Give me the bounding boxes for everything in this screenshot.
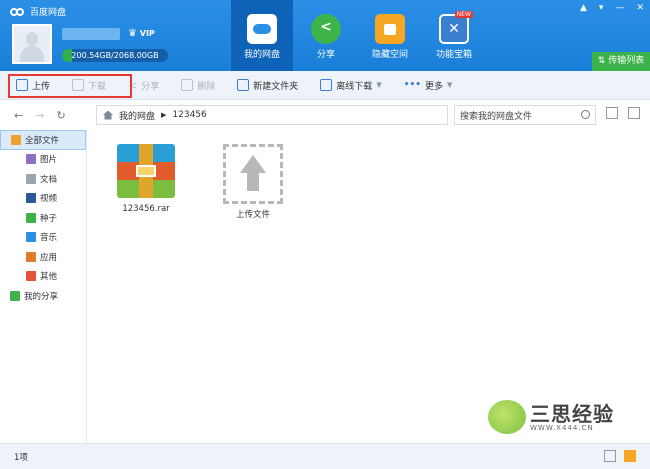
storage-quota-bar: 200.54GB/2068.00GB	[62, 49, 168, 62]
sidebar-item-label: 种子	[40, 213, 58, 224]
new-folder-button[interactable]: 新建文件夹	[237, 79, 298, 92]
grid-view-icon[interactable]	[606, 107, 618, 119]
tab-my-drive[interactable]: 我的网盘	[231, 0, 293, 71]
window-controls: ▲ ▾ — ✕	[580, 3, 644, 13]
vip-badge[interactable]: ♛ VIP	[128, 28, 155, 39]
breadcrumb: 我的网盘 ▶ 123456	[96, 105, 448, 125]
new-badge: NEW	[454, 11, 473, 18]
trash-icon	[181, 79, 194, 91]
all-files-icon	[11, 134, 21, 145]
app-icon	[26, 251, 36, 262]
my-share-icon	[10, 290, 20, 301]
sidebar: 全部文件图片文档视频种子音乐应用其他我的分享	[0, 130, 87, 443]
username[interactable]	[62, 28, 120, 40]
menu-icon[interactable]: ▾	[599, 3, 604, 13]
sidebar-item-label: 文档	[40, 174, 58, 185]
file-item-rar[interactable]: 123456.rar	[106, 144, 186, 214]
tab-hidden-space[interactable]: 隐藏空间	[359, 0, 421, 71]
other-icon	[26, 271, 36, 282]
share-icon	[311, 14, 341, 44]
share-button[interactable]: < 分享	[128, 79, 159, 92]
sidebar-item-all-files[interactable]: 全部文件	[0, 130, 86, 150]
search-placeholder: 搜索我的网盘文件	[460, 111, 533, 122]
sidebar-item-label: 全部文件	[25, 135, 60, 146]
sidebar-item-document[interactable]: 文档	[0, 169, 86, 189]
sidebar-item-label: 应用	[40, 252, 58, 263]
list-view-icon[interactable]	[628, 107, 640, 119]
sidebar-item-label: 视频	[40, 194, 58, 205]
more-button[interactable]: ••• 更多 ▼	[404, 79, 453, 92]
breadcrumb-current[interactable]: 123456	[172, 110, 206, 120]
file-item-upload[interactable]: 上传文件	[213, 144, 293, 220]
search-input[interactable]: 搜索我的网盘文件	[454, 105, 596, 125]
status-bar: 1项	[0, 443, 650, 469]
upload-status-icon[interactable]	[624, 450, 636, 462]
sidebar-item-bt[interactable]: 种子	[0, 208, 86, 228]
chevron-down-icon: ▼	[376, 81, 382, 89]
status-icons	[604, 450, 636, 462]
image-icon	[26, 154, 36, 165]
tab-toolbox[interactable]: NEW 功能宝箱	[423, 0, 485, 71]
document-icon	[26, 173, 36, 184]
home-icon[interactable]	[103, 110, 113, 120]
transfer-icon: ⇅	[597, 56, 606, 66]
baidu-pan-logo-icon	[10, 7, 26, 17]
transfer-list-button[interactable]: ⇅ 传输列表	[592, 52, 650, 71]
cloud-drive-icon	[247, 14, 277, 44]
file-name: 123456.rar	[122, 204, 170, 214]
sidebar-item-video[interactable]: 视频	[0, 189, 86, 209]
crown-icon: ♛	[128, 28, 137, 39]
chevron-down-icon: ▼	[446, 81, 453, 89]
notification-icon[interactable]: ▲	[580, 3, 587, 13]
sidebar-item-my-share[interactable]: 我的分享	[0, 286, 86, 306]
header: 百度网盘 ▲ ▾ — ✕ ♛ VIP 200.54GB/2068.00GB 我的…	[0, 0, 650, 71]
sidebar-item-label: 我的分享	[24, 291, 59, 302]
more-dots-icon: •••	[403, 80, 421, 90]
breadcrumb-root[interactable]: 我的网盘	[119, 109, 155, 122]
search-icon[interactable]	[581, 110, 590, 119]
storage-quota-text: 200.54GB/2068.00GB	[71, 51, 159, 60]
sidebar-item-label: 音乐	[40, 233, 58, 244]
offline-download-button[interactable]: 离线下载 ▼	[320, 79, 382, 92]
sidebar-item-music[interactable]: 音乐	[0, 228, 86, 248]
highlight-annotation-box	[8, 74, 132, 98]
grid-icon[interactable]	[604, 450, 616, 462]
history-nav: ← → ↻	[14, 109, 92, 122]
app-title-text: 百度网盘	[30, 8, 67, 18]
rar-file-icon	[117, 144, 175, 198]
main-nav: 我的网盘 分享 隐藏空间 NEW 功能宝箱	[231, 0, 487, 71]
file-name: 上传文件	[235, 210, 270, 220]
lock-icon	[375, 14, 405, 44]
toolbox-icon	[439, 14, 469, 44]
video-icon	[26, 193, 36, 204]
watermark-url: WWW.X444.CN	[530, 424, 594, 432]
close-icon[interactable]: ✕	[636, 3, 644, 13]
watermark: 三思经验 WWW.X444.CN	[488, 396, 638, 442]
sidebar-item-other[interactable]: 其他	[0, 267, 86, 287]
delete-button[interactable]: 删除	[181, 79, 215, 92]
tab-share[interactable]: 分享	[295, 0, 357, 71]
sidebar-item-app[interactable]: 应用	[0, 247, 86, 267]
minimize-icon[interactable]: —	[615, 3, 624, 13]
music-icon	[26, 232, 36, 243]
avatar[interactable]	[12, 24, 52, 64]
watermark-logo-icon	[488, 400, 526, 434]
watermark-text: 三思经验	[530, 402, 614, 426]
offline-download-icon	[320, 79, 333, 91]
sidebar-item-label: 图片	[40, 155, 58, 166]
address-bar: ← → ↻ 我的网盘 ▶ 123456 搜索我的网盘文件	[0, 101, 650, 129]
back-arrow-icon[interactable]: ←	[14, 109, 23, 122]
app-title: 百度网盘	[10, 5, 66, 18]
bt-icon	[26, 212, 36, 223]
view-toggle	[606, 107, 640, 119]
sidebar-item-image[interactable]: 图片	[0, 150, 86, 170]
item-count: 1项	[14, 452, 28, 463]
breadcrumb-separator-icon: ▶	[161, 111, 167, 119]
upload-file-icon	[223, 144, 283, 204]
refresh-icon[interactable]: ↻	[56, 109, 65, 122]
new-folder-icon	[237, 79, 250, 91]
forward-arrow-icon[interactable]: →	[35, 109, 44, 122]
sidebar-item-label: 其他	[40, 272, 58, 283]
